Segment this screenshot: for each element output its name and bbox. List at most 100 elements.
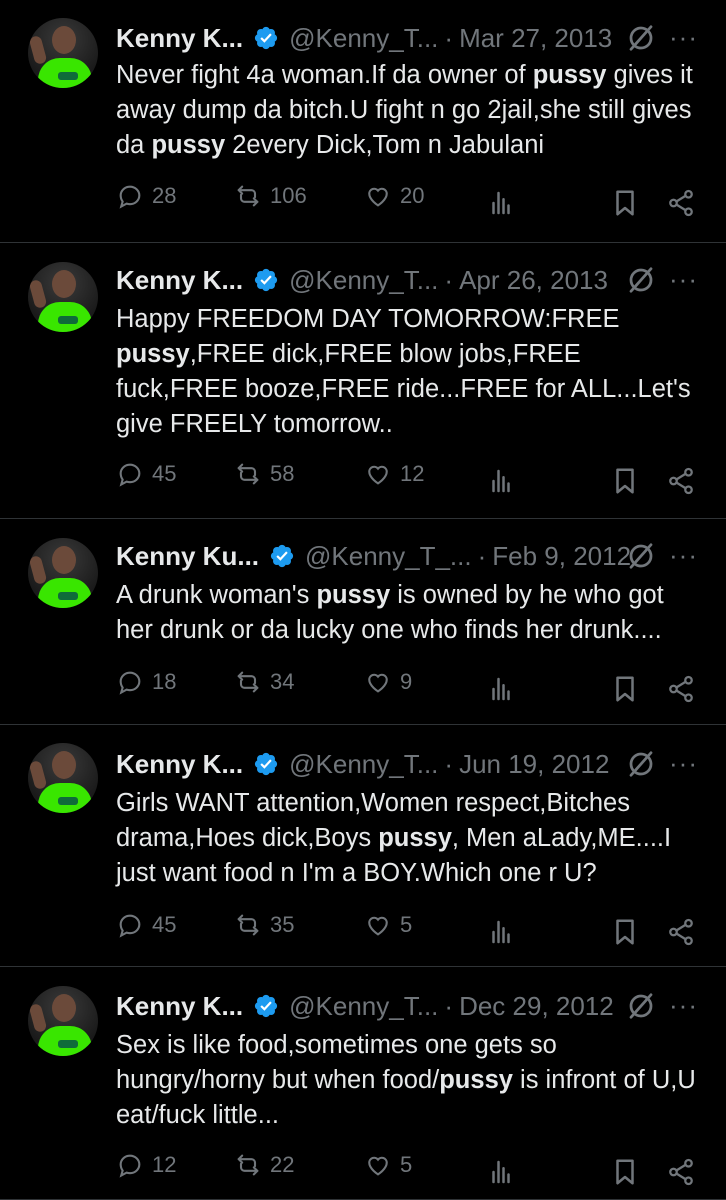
verified-badge-icon bbox=[255, 26, 278, 50]
tweet-text: Happy FREEDOM DAY TOMORROW:FREE pussy,FR… bbox=[116, 302, 706, 442]
repost-button[interactable]: 34 bbox=[234, 668, 294, 696]
display-name[interactable]: Kenny K... bbox=[116, 991, 243, 1022]
repost-button[interactable]: 35 bbox=[234, 911, 294, 939]
display-name[interactable]: Kenny K... bbox=[116, 749, 243, 780]
handle[interactable]: @Kenny_T_... bbox=[305, 541, 472, 572]
handle[interactable]: @Kenny_T... bbox=[289, 749, 438, 780]
handle[interactable]: @Kenny_T... bbox=[289, 991, 438, 1022]
reply-button[interactable]: 12 bbox=[116, 1151, 176, 1179]
more-icon[interactable]: ··· bbox=[669, 748, 698, 779]
repost-icon bbox=[237, 185, 259, 207]
reply-count: 45 bbox=[152, 912, 177, 937]
text-segment: A drunk woman's bbox=[116, 581, 317, 609]
more-icon[interactable]: ··· bbox=[669, 540, 698, 571]
bookmark-icon[interactable] bbox=[610, 466, 640, 496]
like-count: 5 bbox=[400, 1152, 413, 1177]
tweet[interactable]: Kenny K... @Kenny_T... · Jun 19, 2012 ··… bbox=[0, 725, 726, 967]
highlighted-term: pussy bbox=[532, 61, 607, 89]
reply-count: 28 bbox=[152, 183, 177, 208]
views-icon[interactable] bbox=[486, 917, 516, 947]
avatar[interactable] bbox=[28, 18, 98, 88]
tweet-header: Kenny Ku... @Kenny_T_... · Feb 9, 2012 bbox=[116, 538, 631, 574]
like-button[interactable]: 5 bbox=[364, 911, 412, 939]
reply-icon bbox=[119, 185, 141, 209]
timestamp[interactable]: Apr 26, 2013 bbox=[459, 265, 608, 296]
like-button[interactable]: 5 bbox=[364, 1151, 412, 1179]
share-icon[interactable] bbox=[666, 917, 696, 947]
tweet[interactable]: Kenny Ku... @Kenny_T_... · Feb 9, 2012 ·… bbox=[0, 519, 726, 725]
repost-count: 106 bbox=[270, 183, 307, 208]
avatar[interactable] bbox=[28, 743, 98, 813]
reply-button[interactable]: 45 bbox=[116, 460, 176, 488]
handle[interactable]: @Kenny_T... bbox=[289, 23, 438, 54]
share-icon[interactable] bbox=[666, 1157, 696, 1187]
repost-button[interactable]: 22 bbox=[234, 1151, 294, 1179]
reply-button[interactable]: 45 bbox=[116, 911, 176, 939]
bookmark-icon[interactable] bbox=[610, 188, 640, 218]
repost-button[interactable]: 58 bbox=[234, 460, 294, 488]
grok-icon[interactable] bbox=[626, 265, 656, 295]
bookmark-icon[interactable] bbox=[610, 917, 640, 947]
grok-icon[interactable] bbox=[626, 991, 656, 1021]
more-icon[interactable]: ··· bbox=[669, 264, 698, 295]
verified-badge-icon bbox=[270, 544, 294, 568]
tweet-header: Kenny K... @Kenny_T... · Mar 27, 2013 bbox=[116, 20, 612, 56]
like-count: 5 bbox=[400, 912, 413, 937]
repost-count: 58 bbox=[270, 461, 295, 486]
like-count: 20 bbox=[400, 183, 425, 208]
timestamp[interactable]: Mar 27, 2013 bbox=[459, 23, 612, 54]
repost-icon bbox=[237, 1154, 259, 1176]
separator-dot: · bbox=[444, 22, 454, 53]
tweet[interactable]: Kenny K... @Kenny_T... · Dec 29, 2012 ··… bbox=[0, 967, 726, 1200]
views-icon[interactable] bbox=[486, 188, 516, 218]
grok-icon[interactable] bbox=[626, 23, 656, 53]
like-button[interactable]: 20 bbox=[364, 182, 424, 210]
highlighted-term: pussy bbox=[439, 1066, 513, 1094]
display-name[interactable]: Kenny K... bbox=[116, 23, 243, 54]
bookmark-icon[interactable] bbox=[610, 674, 640, 704]
avatar[interactable] bbox=[28, 538, 98, 608]
verified-badge-icon bbox=[255, 268, 278, 292]
handle[interactable]: @Kenny_T... bbox=[289, 265, 438, 296]
share-icon[interactable] bbox=[666, 188, 696, 218]
tweet-text: Sex is like food,sometimes one gets so h… bbox=[116, 1028, 706, 1133]
grok-icon[interactable] bbox=[626, 541, 656, 571]
reply-button[interactable]: 18 bbox=[116, 668, 176, 696]
tweet-text: Girls WANT attention,Women respect,Bitch… bbox=[116, 786, 706, 891]
tweet-actions: 18 34 9 bbox=[116, 668, 706, 708]
avatar[interactable] bbox=[28, 262, 98, 332]
tweet-actions: 45 35 5 bbox=[116, 911, 706, 951]
avatar[interactable] bbox=[28, 986, 98, 1056]
tweet-text: A drunk woman's pussy is owned by he who… bbox=[116, 578, 706, 648]
highlighted-term: pussy bbox=[378, 824, 452, 852]
reply-count: 45 bbox=[152, 461, 177, 486]
share-icon[interactable] bbox=[666, 466, 696, 496]
views-icon[interactable] bbox=[486, 674, 516, 704]
like-icon bbox=[368, 673, 388, 693]
tweet-text: Never fight 4a woman.If da owner of puss… bbox=[116, 58, 706, 163]
more-icon[interactable]: ··· bbox=[669, 22, 698, 53]
tweet-header: Kenny K... @Kenny_T... · Jun 19, 2012 bbox=[116, 746, 609, 782]
repost-icon bbox=[237, 671, 259, 693]
bookmark-icon[interactable] bbox=[610, 1157, 640, 1187]
grok-icon[interactable] bbox=[626, 749, 656, 779]
share-icon[interactable] bbox=[666, 674, 696, 704]
highlighted-term: pussy bbox=[151, 131, 226, 159]
tweet[interactable]: Kenny K... @Kenny_T... · Mar 27, 2013 ··… bbox=[0, 0, 726, 243]
reply-button[interactable]: 28 bbox=[116, 182, 176, 210]
views-icon[interactable] bbox=[486, 466, 516, 496]
like-icon bbox=[368, 187, 388, 207]
timestamp[interactable]: Dec 29, 2012 bbox=[459, 991, 614, 1022]
tweet[interactable]: Kenny K... @Kenny_T... · Apr 26, 2013 ··… bbox=[0, 243, 726, 519]
highlighted-term: pussy bbox=[116, 340, 190, 368]
views-icon[interactable] bbox=[486, 1157, 516, 1187]
like-button[interactable]: 12 bbox=[364, 460, 424, 488]
timestamp[interactable]: Jun 19, 2012 bbox=[459, 749, 609, 780]
display-name[interactable]: Kenny K... bbox=[116, 265, 243, 296]
display-name[interactable]: Kenny Ku... bbox=[116, 541, 259, 572]
repost-button[interactable]: 106 bbox=[234, 182, 307, 210]
like-button[interactable]: 9 bbox=[364, 668, 412, 696]
timestamp[interactable]: Feb 9, 2012 bbox=[492, 541, 631, 572]
more-icon[interactable]: ··· bbox=[669, 990, 698, 1021]
repost-icon bbox=[237, 914, 259, 936]
